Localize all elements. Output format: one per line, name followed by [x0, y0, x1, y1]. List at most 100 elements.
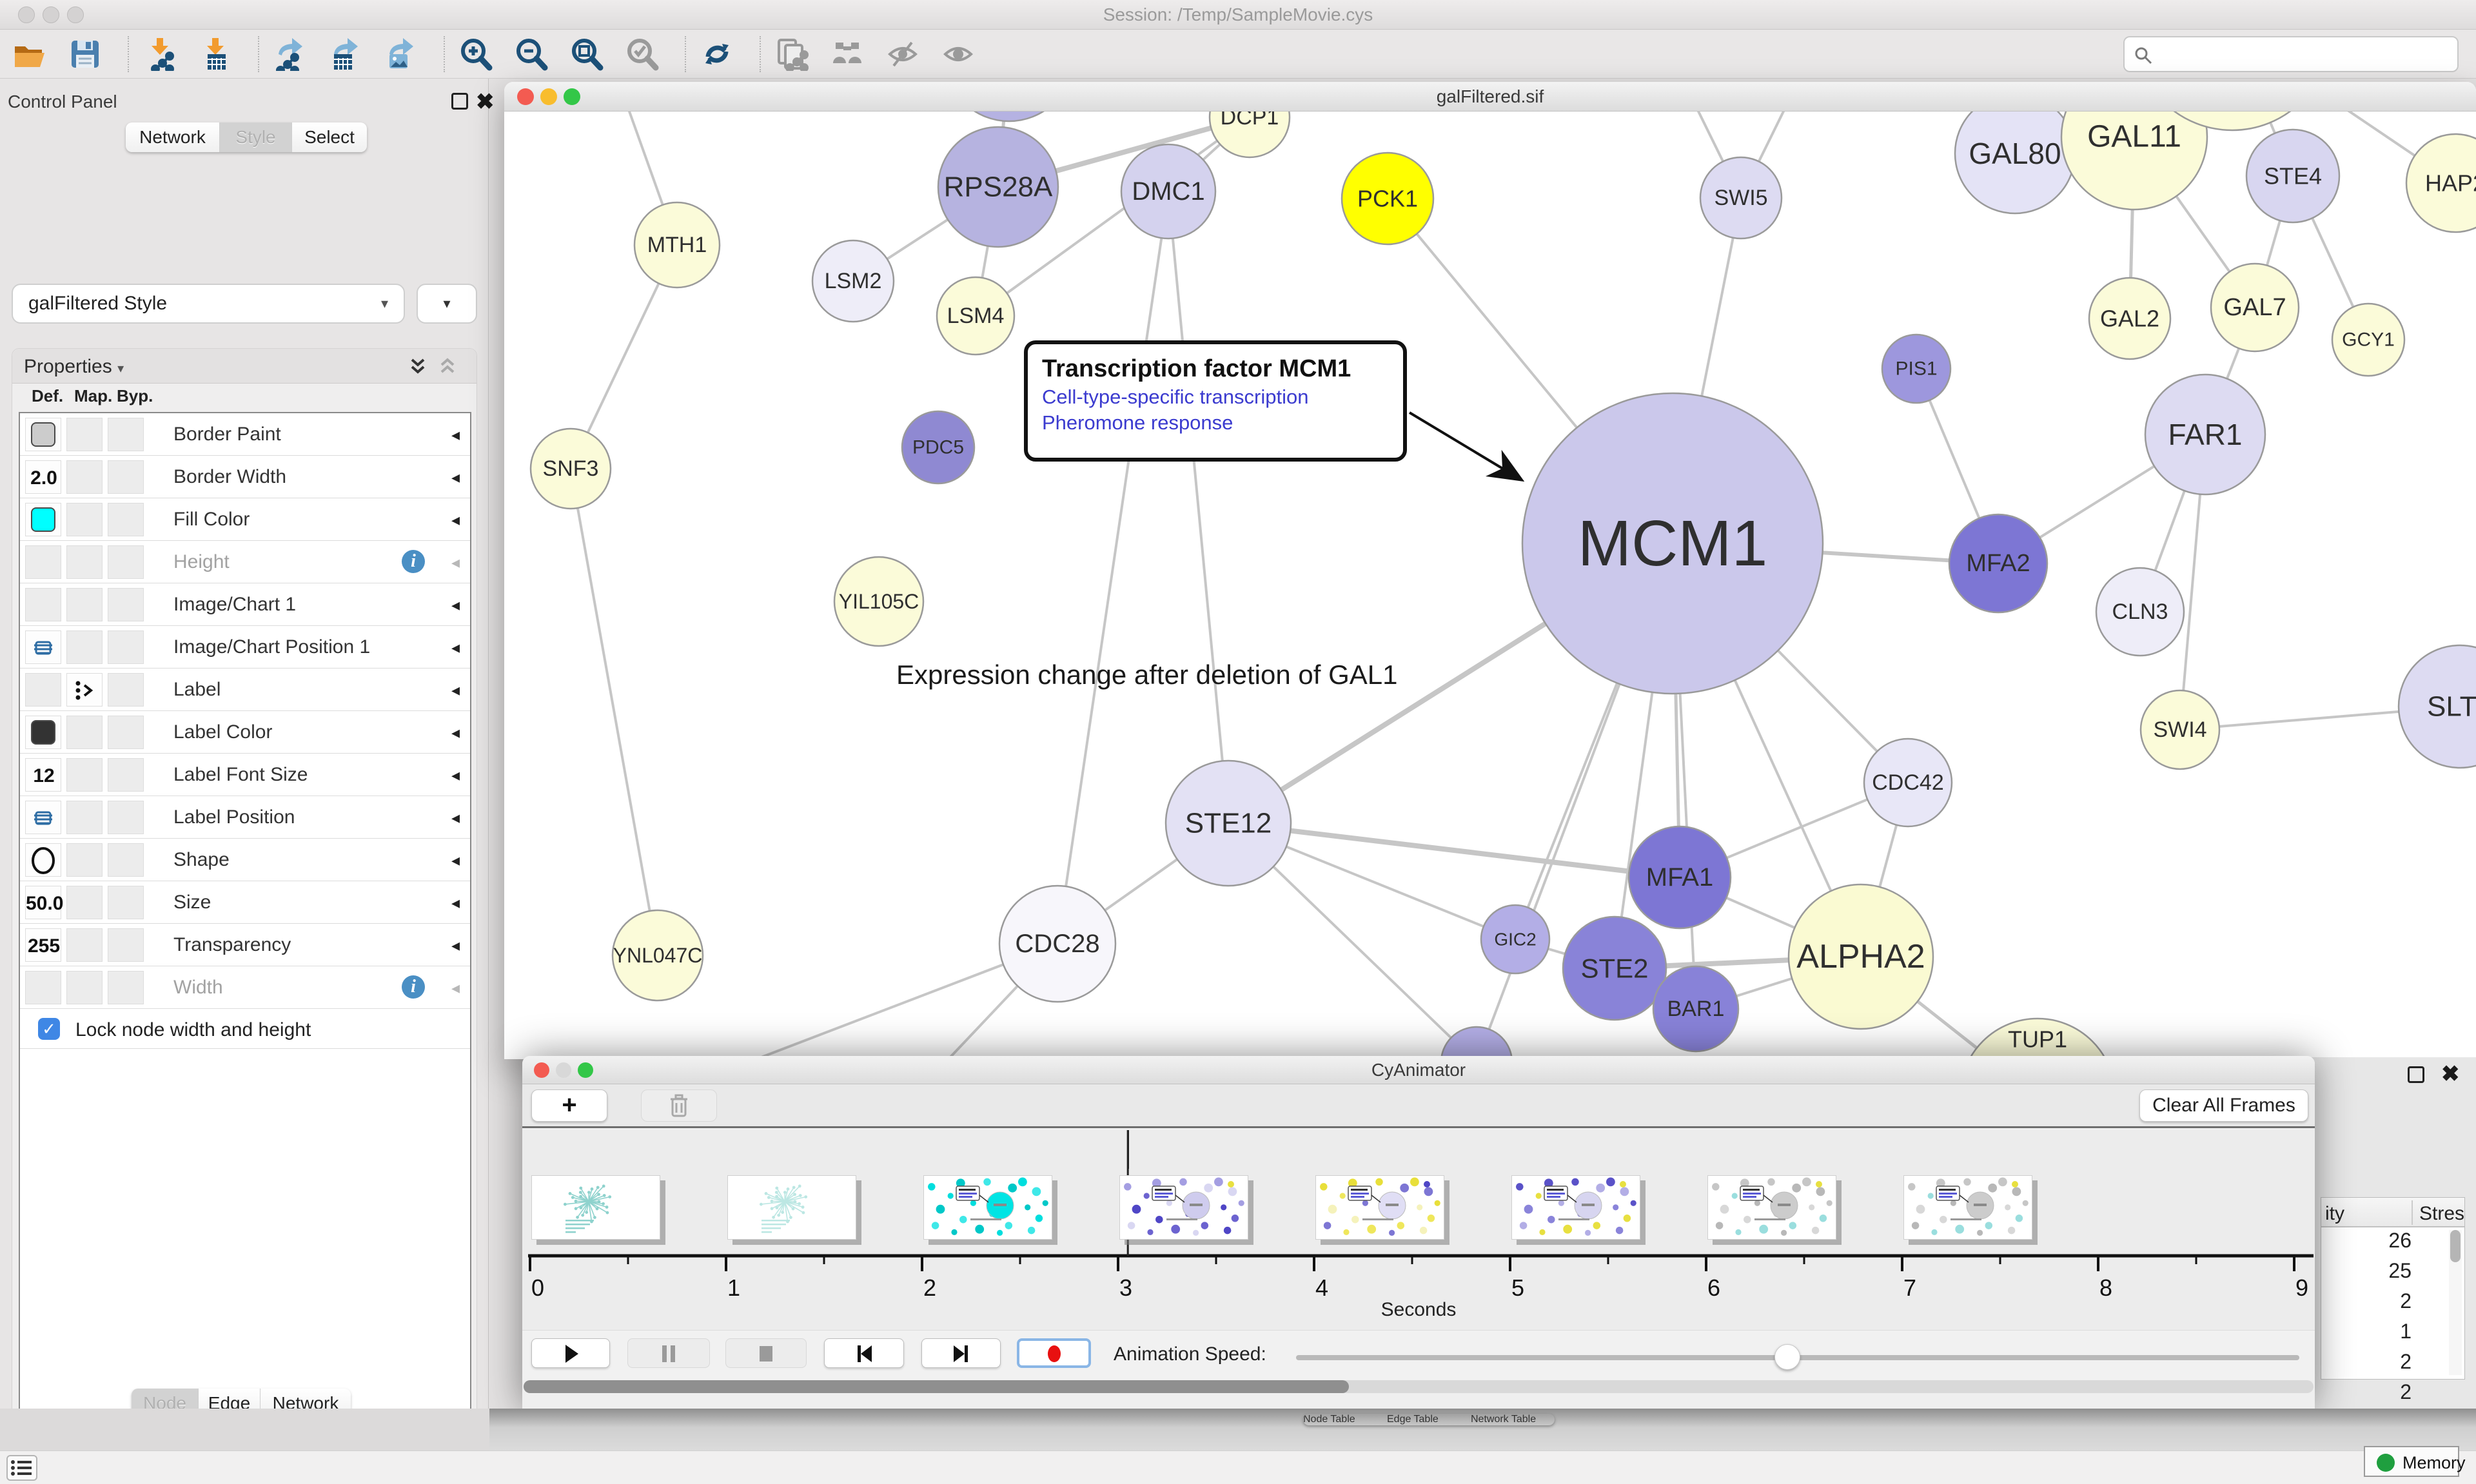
mapping-cell[interactable] [66, 588, 103, 621]
network-node-n_top1[interactable] [945, 112, 1074, 121]
mapping-cell[interactable] [66, 716, 103, 749]
default-value-cell[interactable] [25, 630, 61, 664]
expand-property-icon[interactable]: ◂ [451, 765, 460, 785]
expand-all-icon[interactable] [407, 356, 429, 378]
property-row-transparency[interactable]: 255Transparency◂ [20, 924, 470, 966]
mapping-cell[interactable] [66, 843, 103, 877]
float-panel-icon[interactable] [2408, 1066, 2424, 1083]
expand-property-icon[interactable]: ◂ [451, 893, 460, 913]
vertical-scrollbar[interactable] [2449, 1230, 2462, 1375]
bypass-cell[interactable] [108, 545, 144, 579]
network-node-ALPHA2[interactable]: ALPHA2 [1789, 884, 1933, 1029]
table-cell[interactable]: 25 [2321, 1259, 2412, 1289]
network-node-CDC28[interactable]: CDC28 [999, 886, 1115, 1002]
mapping-cell[interactable] [66, 801, 103, 834]
style-selector[interactable]: galFiltered Style ▾ [12, 284, 405, 324]
bypass-cell[interactable] [108, 971, 144, 1004]
info-icon[interactable]: i [402, 550, 425, 573]
expand-property-icon[interactable]: ◂ [451, 638, 460, 658]
clear-all-frames-button[interactable]: Clear All Frames [2139, 1089, 2308, 1122]
property-row-label-position[interactable]: Label Position◂ [20, 796, 470, 839]
network-node-LSM4[interactable]: LSM4 [937, 277, 1014, 355]
default-value-cell[interactable] [25, 418, 61, 451]
network-node-STE4[interactable]: STE4 [2246, 130, 2339, 222]
property-row-fill-color[interactable]: Fill Color◂ [20, 498, 470, 541]
pause-button[interactable] [627, 1338, 710, 1368]
expand-property-icon[interactable]: ◂ [451, 510, 460, 530]
import-network-icon[interactable] [143, 37, 177, 71]
timeline-frame-8[interactable] [1903, 1175, 2032, 1240]
mapping-cell[interactable] [66, 545, 103, 579]
network-node-LSM2[interactable]: LSM2 [812, 240, 894, 322]
export-image-icon[interactable] [384, 37, 418, 71]
expand-property-icon[interactable]: ◂ [451, 808, 460, 828]
memory-button[interactable]: Memory [2364, 1446, 2459, 1477]
bypass-cell[interactable] [108, 673, 144, 707]
network-node-GIC2[interactable]: GIC2 [1481, 905, 1549, 973]
property-row-label-font-size[interactable]: 12Label Font Size◂ [20, 754, 470, 796]
property-row-border-paint[interactable]: Border Paint◂ [20, 413, 470, 456]
mapping-cell[interactable] [66, 630, 103, 664]
collapse-all-icon[interactable] [437, 356, 458, 378]
open-session-icon[interactable] [13, 37, 46, 71]
table-cell[interactable]: 1 [2321, 1320, 2412, 1350]
search-input[interactable] [2161, 40, 2444, 68]
import-table-icon[interactable] [199, 37, 232, 71]
annotation-link[interactable]: Cell-type-specific transcription [1042, 384, 1403, 410]
network-node-YNL047C[interactable]: YNL047C [613, 910, 703, 1001]
default-value-cell[interactable] [25, 716, 61, 749]
default-value-cell[interactable]: 255 [25, 928, 61, 962]
properties-header[interactable]: Properties ▾ [12, 349, 477, 384]
timeline-frame-5[interactable] [1315, 1175, 1444, 1240]
timeline-frame-6[interactable] [1511, 1175, 1640, 1240]
tab-style[interactable]: Style [220, 122, 292, 152]
network-node-SWI5[interactable]: SWI5 [1700, 157, 1782, 239]
expand-property-icon[interactable]: ◂ [451, 425, 460, 445]
play-button[interactable] [531, 1338, 610, 1368]
property-row-width[interactable]: Width◂i [20, 966, 470, 1009]
mapping-cell[interactable] [66, 928, 103, 962]
network-node-MTH1[interactable]: MTH1 [634, 202, 720, 288]
bypass-cell[interactable] [108, 460, 144, 494]
refresh-layout-icon[interactable] [700, 37, 734, 71]
timeline-frame-4[interactable] [1119, 1175, 1248, 1240]
network-node-DCP1[interactable]: DCP1 [1210, 112, 1290, 157]
tab-network[interactable]: Network [126, 122, 220, 152]
horizontal-scrollbar[interactable] [524, 1380, 2314, 1393]
bypass-cell[interactable] [108, 418, 144, 451]
expand-property-icon[interactable]: ◂ [451, 850, 460, 870]
delete-frame-button[interactable] [641, 1089, 717, 1122]
tab-edge-table[interactable]: Edge Table [1387, 1414, 1471, 1425]
network-node-n_bot1[interactable] [1441, 1027, 1512, 1059]
cyanimator-titlebar[interactable]: CyAnimator [522, 1056, 2315, 1084]
network-node-GAL7[interactable]: GAL7 [2211, 264, 2299, 351]
timeline-frame-3[interactable] [923, 1175, 1052, 1240]
lock-size-checkbox[interactable]: ✓ [38, 1018, 60, 1040]
network-node-PIS1[interactable]: PIS1 [1882, 335, 1950, 403]
mapping-cell[interactable] [66, 418, 103, 451]
table-cell[interactable]: 2 [2321, 1289, 2412, 1320]
network-node-RPS28A[interactable]: RPS28A [938, 127, 1058, 247]
property-row-shape[interactable]: Shape◂ [20, 839, 470, 881]
default-value-cell[interactable] [25, 545, 61, 579]
style-options-button[interactable]: ▾ [417, 284, 477, 324]
bypass-cell[interactable] [108, 928, 144, 962]
network-node-STE2[interactable]: STE2 [1563, 917, 1666, 1020]
expand-property-icon[interactable]: ◂ [451, 723, 460, 743]
stop-button[interactable] [725, 1338, 807, 1368]
network-node-MFA2[interactable]: MFA2 [1949, 514, 2047, 612]
table-cell[interactable]: 2 [2321, 1380, 2412, 1411]
timeline-frame-1[interactable] [531, 1175, 660, 1240]
expand-property-icon[interactable]: ◂ [451, 680, 460, 700]
network-node-CDC42[interactable]: CDC42 [1864, 739, 1952, 826]
close-panel-icon[interactable]: ✖ [2441, 1061, 2460, 1087]
tab-network-table[interactable]: Network Table [1471, 1414, 1555, 1425]
default-value-cell[interactable]: 50.0 [25, 886, 61, 919]
expand-property-icon[interactable]: ◂ [451, 595, 460, 615]
network-canvas[interactable]: DCP1 RPS28A DMC1 PCK1 SWI5 GAL80 GAL11 S… [504, 112, 2476, 1059]
network-node-GCY1[interactable]: GCY1 [2332, 304, 2404, 376]
bypass-cell[interactable] [108, 503, 144, 536]
export-table-icon[interactable] [329, 37, 362, 71]
expand-property-icon[interactable]: ◂ [451, 978, 460, 998]
mapping-cell[interactable] [66, 503, 103, 536]
